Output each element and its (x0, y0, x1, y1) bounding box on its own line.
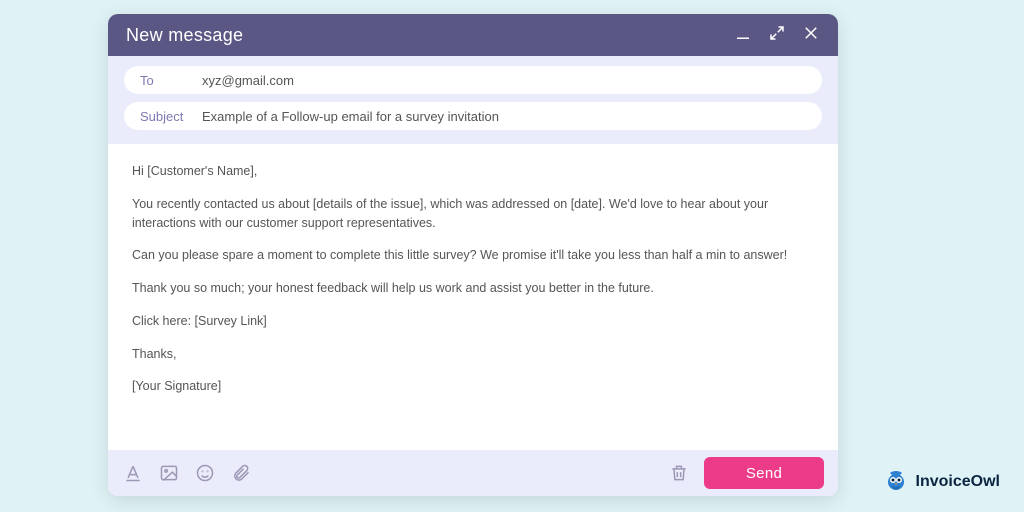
header-fields: To xyz@gmail.com Subject Example of a Fo… (108, 56, 838, 144)
subject-label: Subject (140, 109, 202, 124)
send-button[interactable]: Send (704, 457, 824, 489)
brand-logo: InvoiceOwl (884, 470, 1000, 494)
text-format-icon[interactable] (122, 462, 144, 484)
body-paragraph: Thanks, (132, 345, 814, 364)
subject-field[interactable]: Subject Example of a Follow-up email for… (124, 102, 822, 130)
brand-name: InvoiceOwl (916, 473, 1000, 491)
body-paragraph: Thank you so much; your honest feedback … (132, 279, 814, 298)
body-greeting: Hi [Customer's Name], (132, 162, 814, 181)
body-paragraph: Click here: [Survey Link] (132, 312, 814, 331)
delete-icon[interactable] (668, 462, 690, 484)
titlebar-controls (734, 24, 820, 47)
to-value: xyz@gmail.com (202, 73, 294, 88)
expand-icon[interactable] (768, 24, 786, 47)
body-paragraph: You recently contacted us about [details… (132, 195, 814, 233)
subject-value: Example of a Follow-up email for a surve… (202, 109, 499, 124)
minimize-icon[interactable] (734, 24, 752, 47)
attachment-icon[interactable] (230, 462, 252, 484)
compose-window: New message To xyz@gmail.com Subject Exa… (108, 14, 838, 496)
to-label: To (140, 73, 202, 88)
close-icon[interactable] (802, 24, 820, 47)
owl-icon (884, 470, 908, 494)
compose-toolbar: Send (108, 450, 838, 496)
email-body[interactable]: Hi [Customer's Name], You recently conta… (108, 144, 838, 450)
to-field[interactable]: To xyz@gmail.com (124, 66, 822, 94)
body-paragraph: [Your Signature] (132, 377, 814, 396)
window-title: New message (126, 25, 243, 46)
image-icon[interactable] (158, 462, 180, 484)
emoji-icon[interactable] (194, 462, 216, 484)
titlebar: New message (108, 14, 838, 56)
body-paragraph: Can you please spare a moment to complet… (132, 246, 814, 265)
